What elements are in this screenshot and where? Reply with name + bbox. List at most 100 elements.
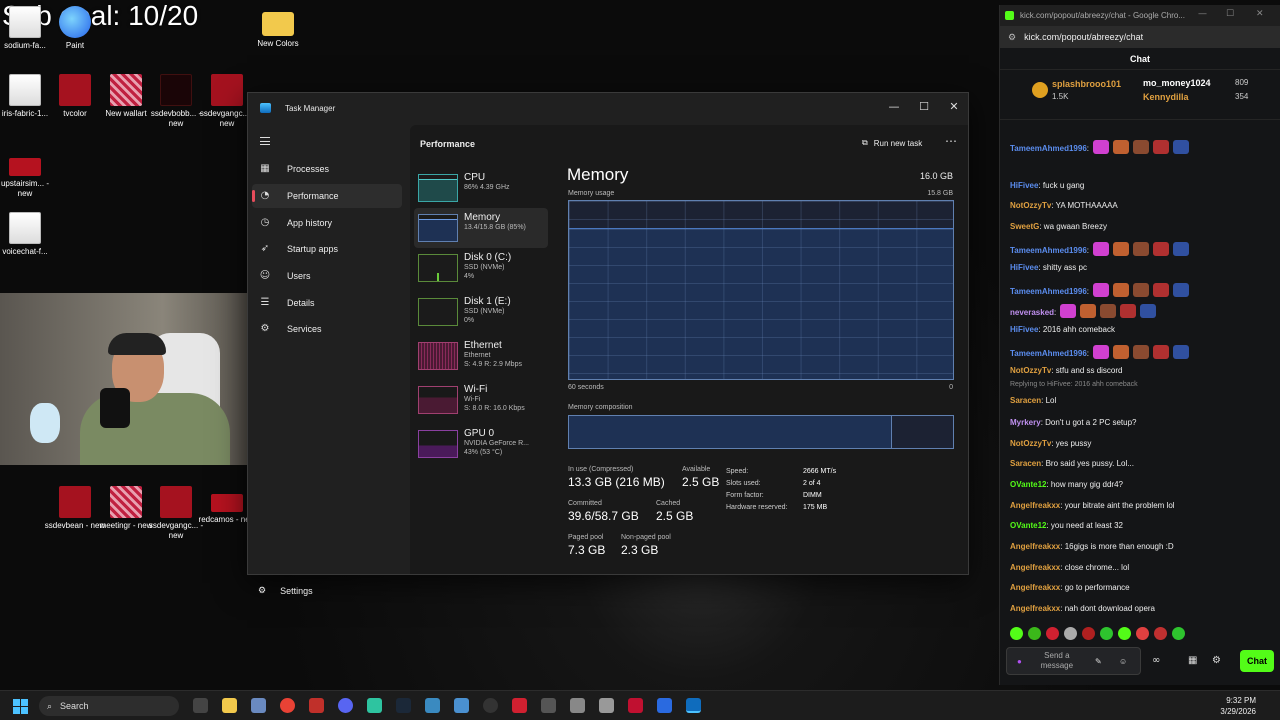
desktop-icon-voicechat[interactable]: voicechat-f... [0, 212, 56, 257]
taskbar-search[interactable]: ⌕ Search [39, 696, 179, 716]
app-icon[interactable] [599, 698, 614, 713]
microphone-icon[interactable]: ● [1017, 657, 1022, 666]
task-view-icon[interactable] [193, 698, 208, 713]
settings-button[interactable]: ⚙ Settings [258, 585, 313, 596]
chat-username[interactable]: NotOzzyTv [1010, 439, 1051, 448]
notepad-icon[interactable] [454, 698, 469, 713]
app-icon[interactable] [367, 698, 382, 713]
discord-icon[interactable] [338, 698, 353, 713]
users-icon[interactable]: ∞ [1152, 655, 1160, 666]
start-button[interactable] [13, 699, 28, 714]
chat-username[interactable]: TameemAhmed1996 [1010, 349, 1087, 358]
emoji-icon[interactable]: ☺ [1119, 657, 1127, 666]
device-gpu[interactable]: GPU 0 NVIDIA GeForce R... 43% (53 °C) [414, 424, 548, 464]
app-icon[interactable] [657, 698, 672, 713]
close-button[interactable]: ✕ [942, 97, 966, 117]
emote-icon [1140, 304, 1157, 318]
sidebar-item-performance[interactable]: ◔ Performance [252, 184, 402, 208]
chat-username[interactable]: Angelfreakxx [1010, 604, 1060, 613]
desktop-icon-paint[interactable]: Paint [44, 6, 106, 51]
device-cpu[interactable]: CPU 86% 4.39 GHz [414, 168, 548, 208]
chat-username[interactable]: TameemAhmed1996 [1010, 144, 1087, 153]
chat-username[interactable]: Saracen [1010, 396, 1041, 405]
chat-username[interactable]: HiFivee [1010, 263, 1038, 272]
site-settings-icon[interactable]: ⚙ [1008, 32, 1016, 43]
gifter-name[interactable]: Kennydilla [1143, 92, 1189, 102]
chat-username[interactable]: TameemAhmed1996 [1010, 246, 1087, 255]
image-file-icon [160, 486, 192, 518]
device-disk-0[interactable]: Disk 0 (C:) SSD (NVMe) 4% [414, 248, 548, 288]
device-disk-1[interactable]: Disk 1 (E:) SSD (NVMe) 0% [414, 292, 548, 332]
chat-username[interactable]: OVante12 [1010, 521, 1046, 530]
device-memory[interactable]: Memory 13.4/15.8 GB (85%) [414, 208, 548, 248]
device-wifi[interactable]: Wi-Fi Wi-Fi S: 8.0 R: 16.0 Kbps [414, 380, 548, 420]
chat-text: Bro said yes pussy. Lol... [1045, 459, 1134, 468]
app-icon[interactable] [541, 698, 556, 713]
sidebar-item-details[interactable]: ☰ Details [252, 291, 402, 315]
maximize-button[interactable]: ☐ [912, 97, 936, 117]
emote-bar[interactable] [1010, 627, 1185, 640]
chat-username[interactable]: NotOzzyTv [1010, 201, 1051, 210]
chat-username[interactable]: NotOzzyTv [1010, 366, 1051, 375]
chat-username[interactable]: Saracen [1010, 459, 1041, 468]
clock[interactable]: 9:32 PM 3/29/2026 [1220, 695, 1256, 717]
maximize-button[interactable]: ☐ [1226, 9, 1234, 19]
sidebar-item-processes[interactable]: ▦ Processes [252, 157, 402, 181]
chat-username[interactable]: Angelfreakxx [1010, 542, 1060, 551]
send-chat-button[interactable]: Chat [1240, 650, 1274, 672]
gifter-name[interactable]: splashbrooo101 [1052, 79, 1121, 89]
translate-icon[interactable]: ✎ [1095, 657, 1102, 666]
sidebar-item-startup-apps[interactable]: ➶ Startup apps [252, 237, 402, 261]
chat-username[interactable]: OVante12 [1010, 480, 1046, 489]
minimize-button[interactable]: — [882, 97, 906, 117]
title-bar[interactable]: Task Manager — ☐ ✕ [248, 93, 968, 125]
run-new-task-button[interactable]: ⧉ Run new task [862, 138, 922, 148]
chat-username[interactable]: TameemAhmed1996 [1010, 287, 1087, 296]
chat-username[interactable]: Myrkery [1010, 418, 1041, 427]
chat-username[interactable]: Angelfreakxx [1010, 501, 1060, 510]
app-icon[interactable] [512, 698, 527, 713]
webcam-overlay [0, 293, 271, 465]
chat-username[interactable]: Angelfreakxx [1010, 583, 1060, 592]
settings-app-icon[interactable] [251, 698, 266, 713]
steam-icon[interactable] [396, 698, 411, 713]
device-ethernet[interactable]: Ethernet Ethernet S: 4.9 R: 2.9 Mbps [414, 336, 548, 376]
emote-icon [1093, 345, 1110, 359]
browser-title-bar[interactable]: kick.com/popout/abreezy/chat - Google Ch… [1000, 5, 1280, 26]
address-bar[interactable]: ⚙ kick.com/popout/abreezy/chat [1000, 26, 1280, 48]
chat-username[interactable]: HiFivee [1010, 181, 1038, 190]
gifter-name[interactable]: mo_money1024 [1143, 78, 1211, 88]
minimize-button[interactable]: — [1198, 9, 1207, 19]
desktop-icon-new-colors[interactable]: New Colors [247, 6, 309, 49]
file-explorer-icon[interactable] [222, 698, 237, 713]
chrome-icon[interactable] [280, 698, 295, 713]
chat-text: yes pussy [1055, 439, 1092, 448]
sidebar-item-users[interactable]: ☺ Users [252, 264, 402, 288]
emote-icon [1080, 304, 1097, 318]
chat-input[interactable]: ● Send a message ✎ ☺ [1006, 647, 1141, 675]
chat-username[interactable]: neverasked [1010, 308, 1054, 317]
chat-username[interactable]: HiFivee [1010, 325, 1038, 334]
sidebar-item-services[interactable]: ⚙ Services [252, 317, 402, 341]
more-options-icon[interactable]: ⋯ [945, 134, 957, 148]
close-button[interactable]: ✕ [1256, 9, 1264, 19]
desktop-icon-upstairsim[interactable]: upstairsim... - new [0, 150, 56, 199]
gear-icon[interactable]: ⚙ [1212, 655, 1221, 666]
sidebar-item-app-history[interactable]: ◷ App history [252, 211, 402, 235]
memory-composition-label: Memory composition [568, 404, 633, 411]
task-manager-taskbar-icon[interactable] [686, 698, 701, 713]
chat-messages: TameemAhmed1996: HiFivee: fuck u gang Not… [1000, 126, 1280, 620]
chat-username[interactable]: Angelfreakxx [1010, 563, 1060, 572]
chat-message: TameemAhmed1996: [1010, 283, 1275, 297]
emote-icon [1173, 345, 1190, 359]
obs-icon[interactable] [483, 698, 498, 713]
app-icon[interactable] [570, 698, 585, 713]
app-icon[interactable] [628, 698, 643, 713]
chat-username[interactable]: SweetG [1010, 222, 1039, 231]
emote-icon [1133, 283, 1150, 297]
store-icon[interactable]: ▦ [1188, 655, 1197, 666]
app-icon[interactable] [425, 698, 440, 713]
emote-icon [1093, 242, 1110, 256]
app-icon[interactable] [309, 698, 324, 713]
hamburger-menu-icon[interactable] [260, 137, 270, 145]
